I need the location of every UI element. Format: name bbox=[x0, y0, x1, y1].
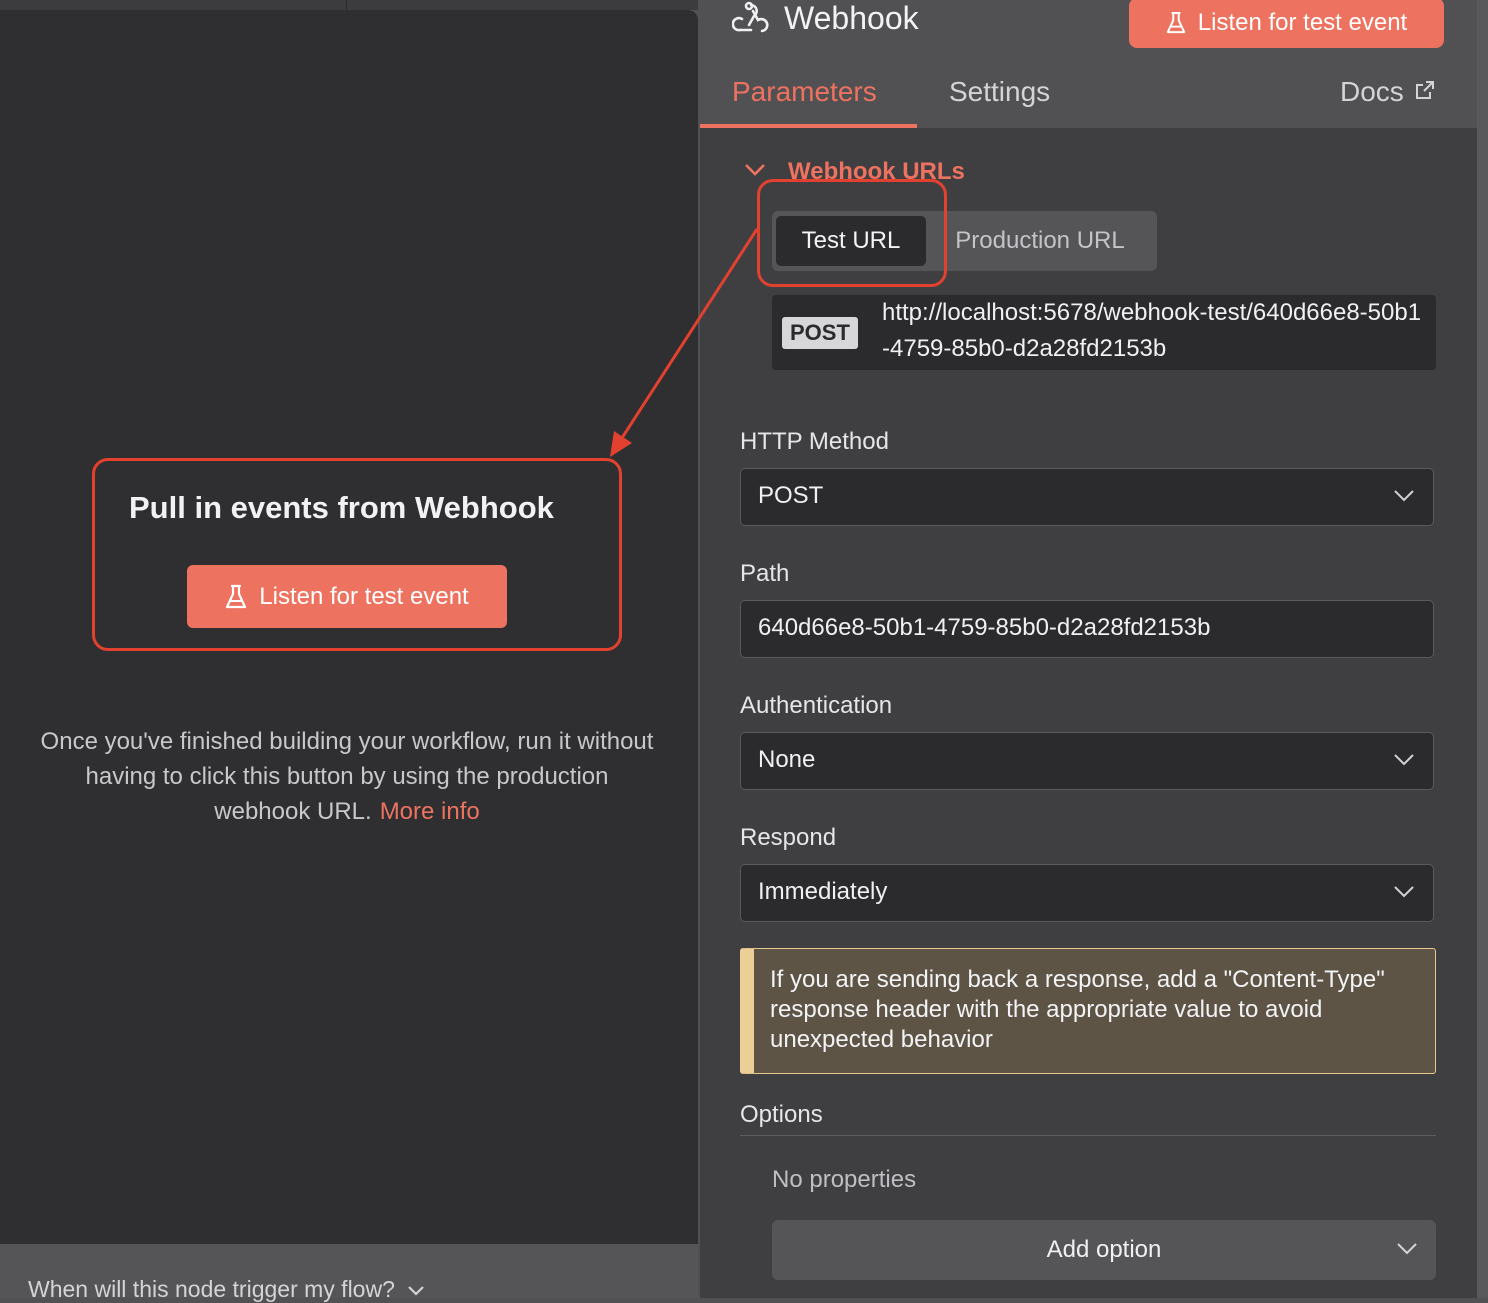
authentication-value: None bbox=[758, 746, 816, 773]
canvas-top-strip bbox=[0, 0, 698, 10]
chevron-down-icon bbox=[1393, 885, 1415, 904]
test-url-tab[interactable]: Test URL bbox=[776, 216, 926, 266]
bottom-bar: When will this node trigger my flow? bbox=[0, 1244, 698, 1302]
add-option-label: Add option bbox=[1046, 1236, 1162, 1263]
tab-docs[interactable]: Docs bbox=[1340, 76, 1436, 108]
options-label: Options bbox=[740, 1101, 823, 1128]
method-badge: POST bbox=[782, 317, 858, 349]
production-info-text: Once you've finished building your workf… bbox=[40, 724, 654, 829]
url-type-switch: Test URL Production URL bbox=[772, 211, 1157, 271]
no-properties-text: No properties bbox=[772, 1166, 917, 1193]
webhook-urls-toggle[interactable]: Webhook URLs bbox=[744, 158, 965, 186]
listen-for-test-event-button-header[interactable]: Listen for test event bbox=[1129, 0, 1444, 48]
webhook-url-text: http://localhost:5678/webhook-test/640d6… bbox=[882, 299, 1422, 362]
trigger-panel-title: Pull in events from Webhook bbox=[129, 490, 554, 525]
flask-icon bbox=[1166, 11, 1186, 35]
respond-value: Immediately bbox=[758, 878, 888, 905]
trigger-question-toggle[interactable]: When will this node trigger my flow? bbox=[28, 1276, 425, 1303]
header-listen-button-label: Listen for test event bbox=[1197, 9, 1408, 36]
chevron-down-icon bbox=[407, 1276, 425, 1303]
add-option-button[interactable]: Add option bbox=[772, 1220, 1436, 1280]
info-text-body: Once you've finished building your workf… bbox=[40, 728, 654, 825]
more-info-link[interactable]: More info bbox=[380, 798, 480, 825]
chevron-down-icon bbox=[1393, 753, 1415, 772]
webhook-urls-title: Webhook URLs bbox=[788, 158, 965, 185]
path-label: Path bbox=[740, 560, 790, 587]
chevron-down-icon bbox=[744, 163, 766, 182]
strip-divider bbox=[346, 0, 347, 10]
production-url-tab[interactable]: Production URL bbox=[940, 216, 1140, 266]
chevron-down-icon bbox=[1396, 1242, 1418, 1261]
docs-label: Docs bbox=[1340, 76, 1404, 107]
path-input[interactable]: 640d66e8-50b1-4759-85b0-d2a28fd2153b bbox=[740, 600, 1434, 658]
content-type-notice: If you are sending back a response, add … bbox=[740, 948, 1436, 1074]
respond-select[interactable]: Immediately bbox=[740, 864, 1434, 922]
http-method-label: HTTP Method bbox=[740, 428, 889, 455]
webhook-url-display[interactable]: POST http://localhost:5678/webhook-test/… bbox=[772, 295, 1436, 370]
trigger-question-label: When will this node trigger my flow? bbox=[28, 1276, 395, 1302]
authentication-select[interactable]: None bbox=[740, 732, 1434, 790]
options-divider bbox=[740, 1135, 1436, 1136]
node-title: Webhook bbox=[784, 0, 919, 36]
tab-settings[interactable]: Settings bbox=[949, 76, 1050, 108]
listen-for-test-event-button-main[interactable]: Listen for test event bbox=[187, 565, 507, 628]
http-method-value: POST bbox=[758, 482, 824, 509]
chevron-down-icon bbox=[1393, 489, 1415, 508]
scrollbar-track[interactable] bbox=[1477, 0, 1488, 1298]
flask-icon bbox=[225, 584, 247, 610]
webhook-icon bbox=[731, 0, 770, 43]
tab-parameters[interactable]: Parameters bbox=[732, 76, 877, 108]
authentication-label: Authentication bbox=[740, 692, 893, 719]
http-method-select[interactable]: POST bbox=[740, 468, 1434, 526]
listen-button-label: Listen for test event bbox=[259, 582, 469, 610]
notice-text: If you are sending back a response, add … bbox=[770, 966, 1385, 1053]
active-tab-indicator bbox=[700, 124, 917, 128]
respond-label: Respond bbox=[740, 824, 837, 851]
external-link-icon bbox=[1414, 76, 1436, 108]
node-parameters-panel: Webhook Parameters Settings Docs Webhook… bbox=[700, 0, 1477, 1298]
path-value: 640d66e8-50b1-4759-85b0-d2a28fd2153b bbox=[758, 614, 1211, 641]
